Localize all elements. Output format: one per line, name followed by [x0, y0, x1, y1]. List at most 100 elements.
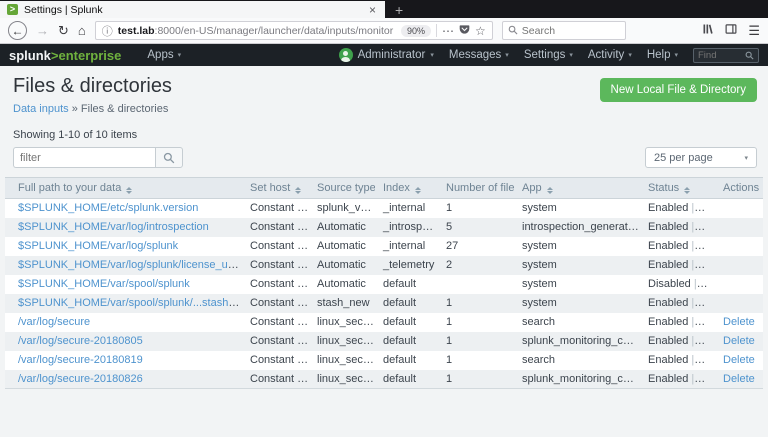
divider: | [688, 373, 697, 385]
delete-link[interactable]: Delete [723, 373, 755, 385]
cell-path: $SPLUNK_HOME/var/log/splunk/license_usag… [5, 256, 242, 275]
column-header[interactable]: Source type [309, 178, 375, 199]
site-info-icon[interactable]: ⓘ [102, 23, 113, 39]
activity-menu[interactable]: Activity ▾ [588, 49, 632, 61]
column-header[interactable]: Number of files [438, 178, 514, 199]
back-icon[interactable]: ← [8, 21, 27, 40]
library-icon[interactable] [702, 22, 714, 40]
cell-index: default [375, 294, 438, 313]
cell-status: Disabled|Enable [640, 275, 715, 294]
status-text: Disabled [648, 278, 691, 290]
cell-actions: Delete [715, 332, 763, 351]
find-box[interactable] [693, 48, 759, 63]
table-row: $SPLUNK_HOME/etc/splunk.version Constant … [5, 199, 763, 218]
cell-index: default [375, 313, 438, 332]
cell-number-of-files: 1 [438, 370, 514, 389]
sort-icon [547, 187, 553, 195]
status-text: Enabled [648, 240, 688, 252]
user-menu[interactable]: Administrator ▾ [339, 48, 434, 62]
status-text: Enabled [648, 221, 688, 233]
status-text: Enabled [648, 373, 688, 385]
cell-actions: Delete [715, 313, 763, 332]
cell-actions [715, 294, 763, 313]
input-path-link[interactable]: /var/log/secure-20180819 [18, 354, 143, 366]
reload-icon[interactable]: ↻ [58, 24, 69, 37]
status-text: Enabled [648, 354, 688, 366]
filter-input[interactable] [13, 147, 155, 168]
cell-app: search [514, 351, 640, 370]
input-path-link[interactable]: $SPLUNK_HOME/var/spool/splunk [18, 278, 190, 290]
divider: | [688, 297, 697, 309]
input-path-link[interactable]: /var/log/secure [18, 316, 90, 328]
find-input[interactable] [698, 50, 742, 61]
chevron-down-icon: ▾ [178, 51, 182, 59]
cell-index: _internal [375, 199, 438, 218]
input-path-link[interactable]: /var/log/secure-20180826 [18, 373, 143, 385]
settings-menu[interactable]: Settings ▾ [524, 49, 573, 61]
column-header[interactable]: Full path to your data [5, 178, 242, 199]
column-header[interactable]: Status [640, 178, 715, 199]
sort-icon [684, 187, 690, 195]
input-path-link[interactable]: $SPLUNK_HOME/var/log/introspection [18, 221, 209, 233]
cell-source-type: Automatic [309, 275, 375, 294]
filter-search-button[interactable] [155, 147, 183, 168]
pocket-icon[interactable] [459, 22, 470, 40]
per-page-dropdown[interactable]: 25 per page ▾ [645, 147, 757, 168]
delete-link[interactable]: Delete [723, 354, 755, 366]
cell-status: Enabled|Disable [640, 294, 715, 313]
sidebar-icon[interactable] [725, 22, 737, 40]
cell-number-of-files: 1 [438, 294, 514, 313]
cell-set-host: Constant Value [242, 199, 309, 218]
url-bar[interactable]: ⓘ test.lab:8000/en-US/manager/launcher/d… [95, 21, 493, 40]
cell-number-of-files: 1 [438, 351, 514, 370]
column-header[interactable]: Set host [242, 178, 309, 199]
cell-source-type: stash_new [309, 294, 375, 313]
cell-status: Enabled|Disable [640, 256, 715, 275]
input-path-link[interactable]: $SPLUNK_HOME/var/log/splunk/license_usag… [18, 259, 242, 271]
new-tab-button[interactable]: + [395, 2, 403, 18]
delete-link[interactable]: Delete [723, 316, 755, 328]
messages-menu[interactable]: Messages ▾ [449, 49, 509, 61]
browser-search-bar[interactable] [502, 21, 626, 40]
cell-source-type: linux_secure [309, 313, 375, 332]
cell-index: _internal [375, 237, 438, 256]
cell-source-type: Automatic [309, 237, 375, 256]
new-local-file-directory-button[interactable]: New Local File & Directory [600, 78, 757, 102]
forward-icon[interactable]: → [36, 24, 49, 37]
page-title: Files & directories [13, 75, 172, 98]
splunk-favicon-icon: > [7, 4, 18, 15]
table-row: /var/log/secure-20180826Constant Valueli… [5, 370, 763, 389]
column-header: Actions [715, 178, 763, 199]
help-menu[interactable]: Help ▾ [647, 49, 678, 61]
chevron-down-icon: ▾ [744, 154, 748, 162]
url-host: test.lab [118, 25, 155, 37]
cell-app: introspection_generator_addon [514, 218, 640, 237]
inputs-table-body: $SPLUNK_HOME/etc/splunk.version Constant … [5, 199, 763, 389]
column-header[interactable]: App [514, 178, 640, 199]
chevron-down-icon: ▾ [430, 51, 434, 59]
cell-source-type: Automatic [309, 218, 375, 237]
browser-tab[interactable]: > Settings | Splunk × [0, 1, 385, 18]
breadcrumb-data-inputs-link[interactable]: Data inputs [13, 103, 69, 115]
table-row: $SPLUNK_HOME/var/spool/splunk/...stash_n… [5, 294, 763, 313]
cell-set-host: Constant Value [242, 313, 309, 332]
input-path-link[interactable]: $SPLUNK_HOME/etc/splunk.version [18, 202, 198, 214]
apps-menu[interactable]: Apps ▾ [147, 49, 181, 61]
cell-app: splunk_monitoring_console [514, 370, 640, 389]
input-path-link[interactable]: $SPLUNK_HOME/var/spool/splunk/...stash_n… [18, 297, 242, 309]
delete-link[interactable]: Delete [723, 335, 755, 347]
browser-search-input[interactable] [522, 25, 602, 37]
divider: | [688, 259, 697, 271]
column-header[interactable]: Index [375, 178, 438, 199]
zoom-level-badge[interactable]: 90% [401, 25, 431, 37]
avatar [339, 48, 353, 62]
cell-actions: Delete [715, 370, 763, 389]
tab-close-icon[interactable]: × [367, 4, 378, 16]
bookmark-star-icon[interactable]: ☆ [475, 25, 486, 37]
home-icon[interactable]: ⌂ [78, 24, 86, 37]
cell-set-host: Constant Value [242, 370, 309, 389]
input-path-link[interactable]: $SPLUNK_HOME/var/log/splunk [18, 240, 178, 252]
menu-hamburger-icon[interactable]: ☰ [748, 24, 760, 37]
page-actions-icon[interactable]: ⋯ [442, 25, 454, 37]
input-path-link[interactable]: /var/log/secure-20180805 [18, 335, 143, 347]
